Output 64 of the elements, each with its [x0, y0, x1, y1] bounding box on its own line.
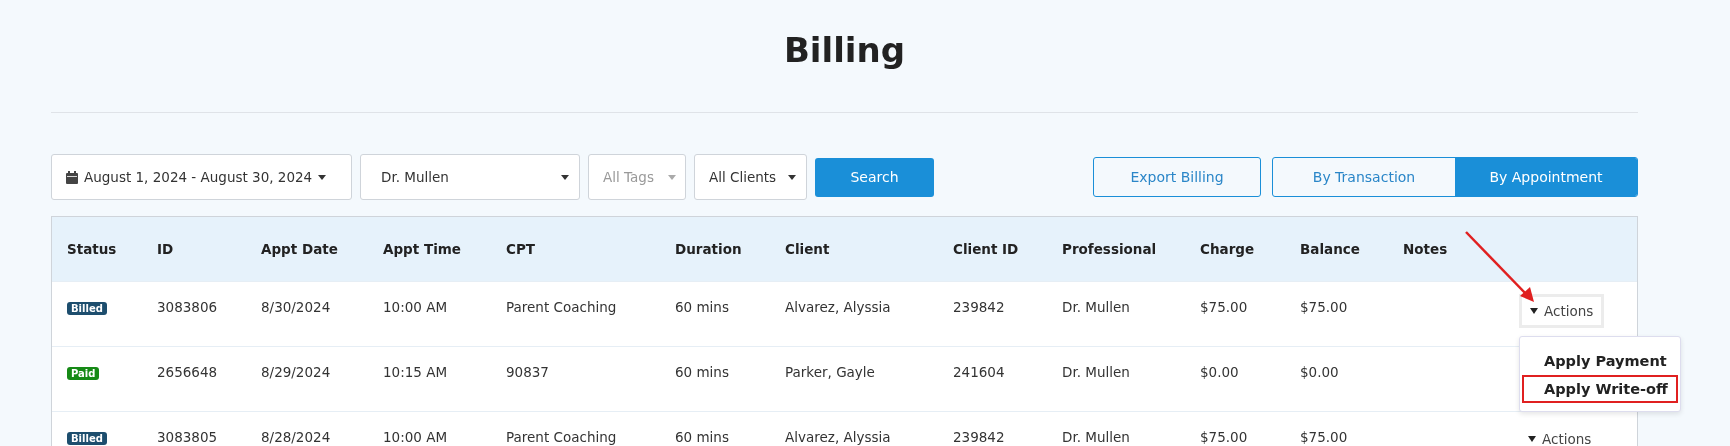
tags-dropdown[interactable]: All Tags	[588, 154, 686, 200]
table-cell: 2656648	[157, 364, 218, 380]
caret-icon	[1530, 308, 1538, 314]
table-cell: 60 mins	[675, 429, 729, 445]
column-header: Appt Time	[382, 241, 462, 257]
column-header: Charge	[1199, 241, 1256, 257]
table-cell: $75.00	[1300, 429, 1348, 445]
column-header: Appt Date	[260, 241, 339, 257]
column-header: Status	[66, 241, 118, 257]
table-cell: 8/29/2024	[261, 364, 331, 380]
caret-icon	[318, 174, 327, 180]
professional-dropdown[interactable]: Dr. Mullen	[360, 154, 580, 200]
table-cell: $75.00	[1200, 299, 1248, 315]
table-cell: Dr. Mullen	[1062, 299, 1130, 315]
table-cell: 60 mins	[675, 364, 729, 380]
table-cell: 10:00 AM	[383, 299, 448, 315]
date-range-picker[interactable]: August 1, 2024 - August 30, 2024	[51, 154, 352, 200]
view-tab[interactable]: By Transaction	[1273, 158, 1455, 196]
column-header: Notes	[1402, 241, 1449, 257]
table-cell: $0.00	[1300, 364, 1339, 380]
table-cell: $75.00	[1300, 299, 1348, 315]
table-cell: 60 mins	[675, 299, 729, 315]
caret-icon	[788, 174, 796, 180]
table-cell: 8/28/2024	[261, 429, 331, 445]
column-header: Professional	[1061, 241, 1158, 257]
column-header: Duration	[674, 241, 743, 257]
column-header: Balance	[1299, 241, 1361, 257]
table-cell: 3083806	[157, 299, 218, 315]
status-badge: Paid	[67, 367, 100, 380]
column-header: Client	[784, 241, 831, 257]
status-badge: Billed	[67, 432, 107, 445]
column-header: CPT	[505, 241, 536, 257]
table-cell: 90837	[506, 364, 549, 380]
table-cell: Parent Coaching	[506, 299, 617, 315]
menu-item[interactable]: Apply Write-off	[1522, 375, 1678, 403]
caret-icon	[1528, 436, 1536, 442]
caret-icon	[668, 175, 676, 180]
table-cell: 239842	[953, 299, 1005, 315]
calendar-icon	[66, 170, 78, 184]
table-cell: Dr. Mullen	[1062, 364, 1130, 380]
actions-button[interactable]: Actions	[1519, 294, 1605, 328]
export-billing-button[interactable]: Export Billing	[1093, 157, 1261, 197]
table-cell: Alvarez, Alyssia	[785, 299, 891, 315]
status-badge: Billed	[67, 302, 107, 315]
caret-icon	[561, 174, 569, 180]
page-title: Billing	[782, 29, 907, 72]
table-cell: 10:15 AM	[383, 364, 448, 380]
table-cell: $75.00	[1200, 429, 1248, 445]
table-cell: 8/30/2024	[261, 299, 331, 315]
menu-item[interactable]: Apply Payment	[1522, 347, 1678, 375]
table-cell: $0.00	[1200, 364, 1239, 380]
column-header: Client ID	[952, 241, 1020, 257]
table-cell: 3083805	[157, 429, 218, 445]
clients-dropdown[interactable]: All Clients	[694, 154, 807, 200]
view-tab[interactable]: By Appointment	[1455, 158, 1637, 196]
table-cell: Parent Coaching	[506, 429, 617, 445]
table-cell: 241604	[953, 364, 1005, 380]
column-header: ID	[156, 241, 175, 257]
table-cell: Alvarez, Alyssia	[785, 429, 891, 445]
table-cell: 10:00 AM	[383, 429, 448, 445]
search-button[interactable]: Search	[815, 157, 934, 197]
table-cell: Parker, Gayle	[785, 364, 875, 380]
table-cell: 239842	[953, 429, 1005, 445]
table-cell: Dr. Mullen	[1062, 429, 1130, 445]
